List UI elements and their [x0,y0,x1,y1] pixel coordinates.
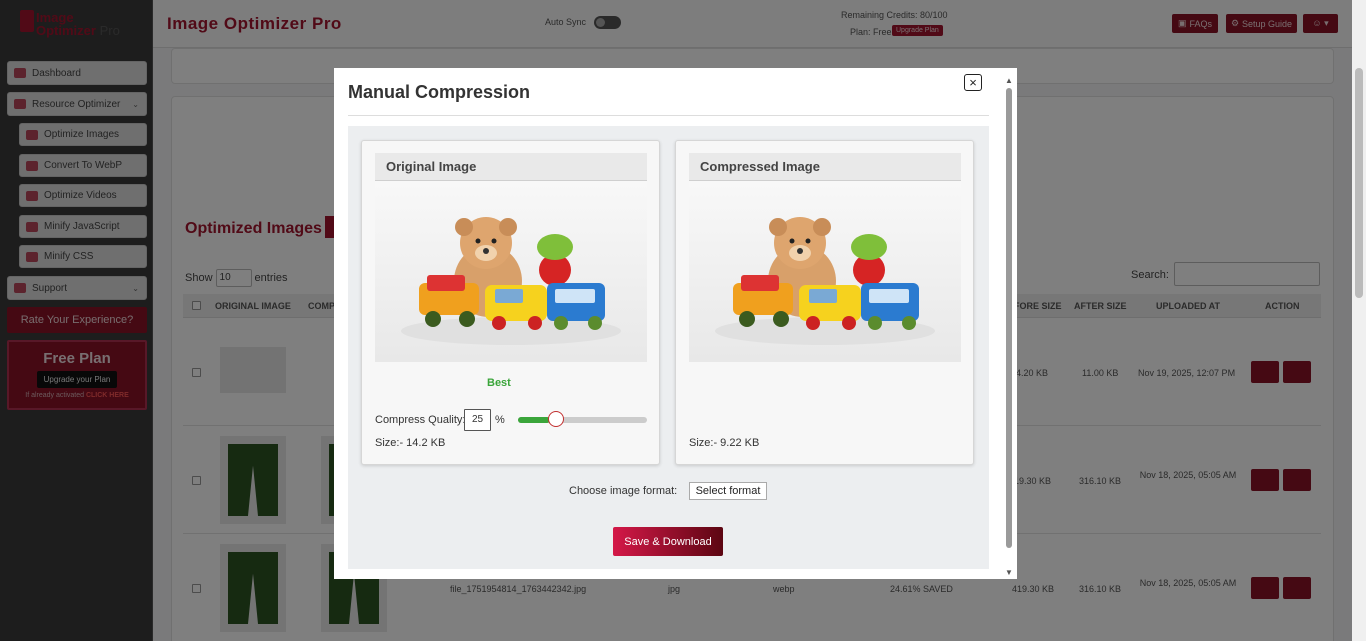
modal-body: Original Image Best Compress Quality: 25… [348,126,989,569]
page-scrollbar-thumb[interactable] [1355,68,1363,298]
slider-handle[interactable] [548,411,565,427]
image-format-label: Choose image format: [569,485,678,497]
image-format-select[interactable]: Select format [689,482,767,500]
compress-quality-label: Compress Quality: [375,414,466,426]
compressed-image-preview [689,181,961,362]
manual-compression-modal: Manual Compression × ▲ ▼ Original Image [334,68,1017,579]
compressed-image-panel: Compressed Image Size:- 9.22 KB [675,140,974,465]
modal-title: Manual Compression [348,82,531,102]
close-icon[interactable]: × [964,74,982,91]
scroll-up-icon[interactable]: ▲ [1005,76,1013,85]
compressed-image-title: Compressed Image [689,153,961,181]
modal-divider [348,115,989,116]
page-scrollbar[interactable] [1352,0,1366,641]
compress-quality-slider[interactable] [518,411,647,427]
original-image-panel: Original Image Best Compress Quality: 25… [361,140,660,465]
original-image-title: Original Image [375,153,647,181]
percent-label: % [495,414,505,426]
scroll-down-icon[interactable]: ▼ [1005,568,1013,577]
slider-fill [518,417,551,423]
compressed-size: Size:- 9.22 KB [689,437,760,449]
modal-scrollbar[interactable]: ▲ ▼ [1004,76,1014,577]
quality-rating: Best [487,377,511,389]
compress-quality-input[interactable]: 25 [464,409,491,431]
original-size: Size:- 14.2 KB [375,437,446,449]
toys-image [715,217,935,345]
modal-scrollbar-thumb[interactable] [1006,88,1012,548]
original-image-preview [375,181,647,362]
toys-image [401,217,621,345]
save-download-button[interactable]: Save & Download [613,527,723,556]
